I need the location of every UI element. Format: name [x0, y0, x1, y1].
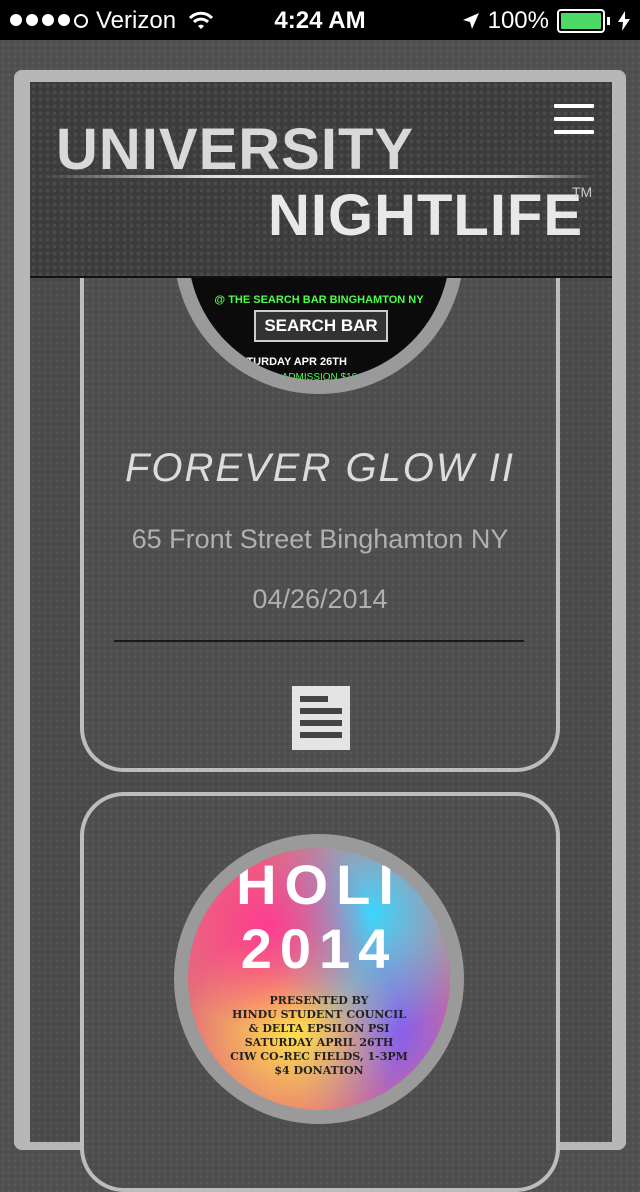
- poster-line: SATURDAY APRIL 26TH: [244, 1036, 394, 1049]
- logo-flare: [44, 175, 594, 178]
- battery-icon: [557, 9, 605, 33]
- poster-logo: SEARCH BAR: [254, 310, 388, 342]
- event-title[interactable]: FOREVER GLOW II: [80, 446, 560, 491]
- poster-year: 2014: [240, 917, 398, 980]
- poster-date-line: SATURDAY APR 26TH: [232, 356, 347, 368]
- logo-nightlife: NIGHTLIFE: [268, 183, 584, 248]
- status-right: 100%: [462, 7, 630, 35]
- battery-nub: [607, 17, 610, 25]
- battery-percent: 100%: [487, 7, 549, 34]
- event-thumbnail[interactable]: HOLI 2014 PRESENTED BY HINDU STUDENT COU…: [174, 834, 464, 1124]
- poster-headline: HOLI: [236, 853, 402, 916]
- event-date: 04/26/2014: [252, 584, 388, 614]
- status-bar: Verizon 4:24 AM 100%: [0, 0, 640, 40]
- event-address: 65 Front Street Binghamton NY: [131, 524, 509, 554]
- logo-trademark: TM: [572, 184, 593, 200]
- app-header: UNIVERSITY NIGHTLIFE TM: [30, 82, 612, 278]
- charging-bolt-icon: [618, 11, 630, 31]
- location-arrow-icon: [462, 13, 479, 29]
- poster-line: PRESENTED BY: [269, 994, 369, 1007]
- poster-line: HINDU STUDENT COUNCIL: [232, 1008, 406, 1021]
- poster-venue-line: @ THE SEARCH BAR BINGHAMTON NY: [214, 294, 424, 306]
- poster-line: $4 DONATION: [274, 1064, 364, 1077]
- logo-university: UNIVERSITY: [56, 117, 415, 182]
- poster-line: CIW CO-REC FIELDS, 1-3PM: [230, 1050, 408, 1063]
- divider: [114, 640, 524, 642]
- poster-line: & DELTA EPSILON PSI: [248, 1022, 390, 1035]
- hamburger-menu-icon[interactable]: [554, 104, 594, 136]
- details-document-icon[interactable]: [292, 686, 350, 750]
- event-poster-image: HOLI 2014 PRESENTED BY HINDU STUDENT COU…: [188, 848, 450, 1110]
